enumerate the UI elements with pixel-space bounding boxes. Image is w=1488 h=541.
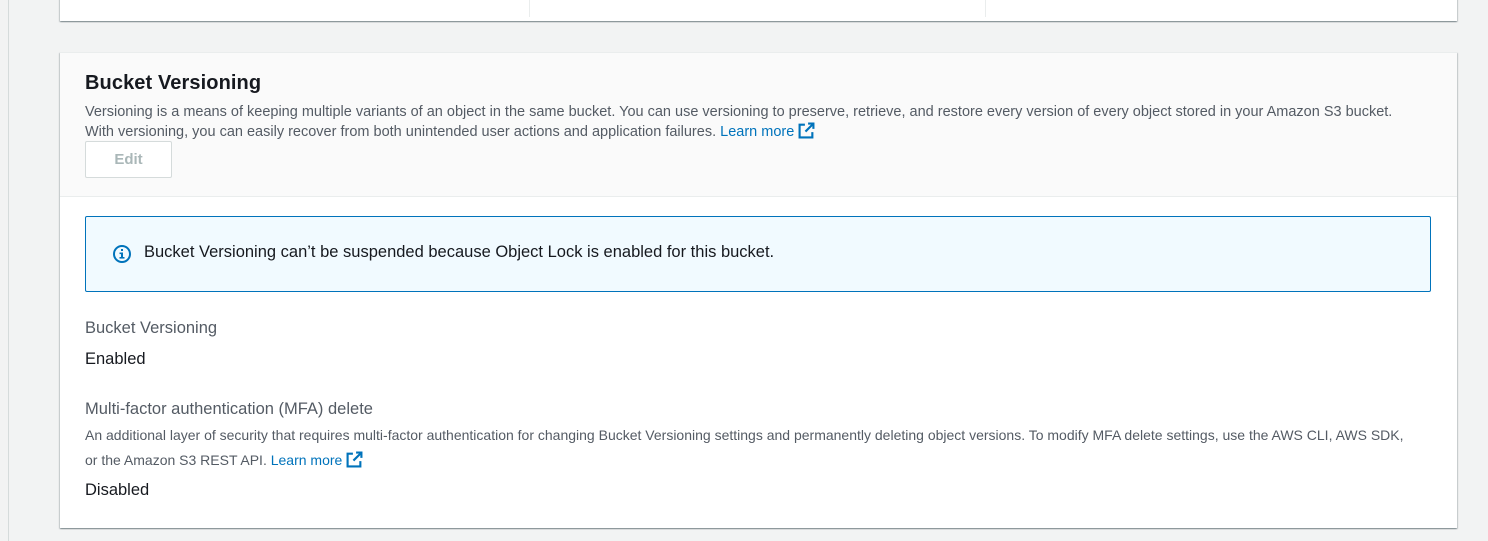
external-link-icon xyxy=(346,451,363,468)
section-description: Versioning is a means of keeping multipl… xyxy=(85,102,1425,142)
bucket-versioning-card: Bucket Versioning Versioning is a means … xyxy=(60,52,1457,528)
versioning-label: Bucket Versioning xyxy=(85,319,218,337)
versioning-value: Enabled xyxy=(85,350,146,368)
column-divider xyxy=(985,0,986,17)
alert-message: Bucket Versioning can’t be suspended bec… xyxy=(144,243,775,261)
column-divider xyxy=(529,0,530,17)
mfa-delete-label: Multi-factor authentication (MFA) delete xyxy=(85,400,373,418)
mfa-delete-value: Disabled xyxy=(85,481,150,499)
mfa-learn-more-link[interactable]: Learn more xyxy=(270,451,364,468)
card-header: Bucket Versioning Versioning is a means … xyxy=(60,53,1457,197)
learn-more-label: Learn more xyxy=(720,124,795,140)
section-title: Bucket Versioning xyxy=(85,72,262,94)
external-link-icon xyxy=(798,122,815,139)
page-left-border xyxy=(8,0,9,541)
learn-more-link[interactable]: Learn more xyxy=(720,122,815,140)
mfa-learn-more-label: Learn more xyxy=(270,452,343,468)
previous-section-card xyxy=(60,0,1457,21)
info-alert: Bucket Versioning can’t be suspended bec… xyxy=(85,216,1431,292)
info-icon xyxy=(113,245,131,263)
edit-button[interactable]: Edit xyxy=(85,141,172,178)
mfa-delete-description: An additional layer of security that req… xyxy=(85,423,1415,473)
